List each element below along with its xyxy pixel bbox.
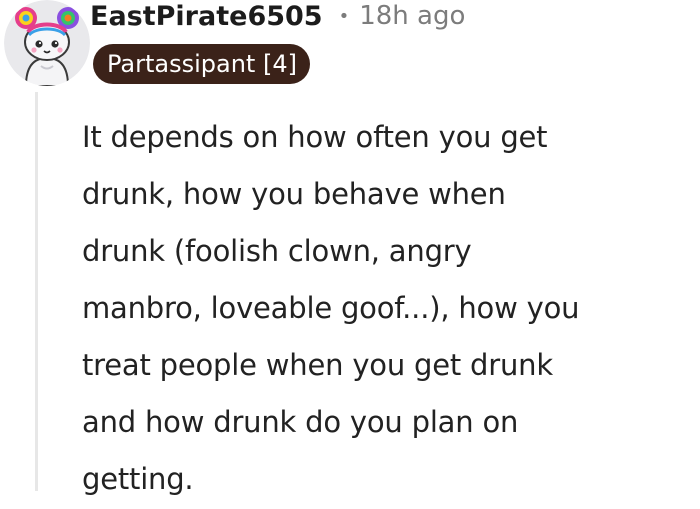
snoo-avatar-icon[interactable] xyxy=(4,0,90,86)
comment-body: It depends on how often you get drunk, h… xyxy=(82,110,694,509)
comment-body-line: drunk, how you behave when xyxy=(82,177,506,211)
comment-body-line: treat people when you get drunk xyxy=(82,348,553,382)
username-link[interactable]: EastPirate6505 xyxy=(90,1,323,32)
comment: EastPirate6505 • 18h ago Partassipant [4… xyxy=(0,0,700,496)
comment-body-line: and how drunk do you plan on xyxy=(82,405,519,439)
comment-body-line: It depends on how often you get xyxy=(82,120,548,154)
comment-body-line: getting. xyxy=(82,462,194,496)
comment-body-line: drunk (foolish clown, angry xyxy=(82,234,472,268)
comment-header: EastPirate6505 • 18h ago xyxy=(90,0,465,36)
comment-body-line: manbro, loveable goof...), how you xyxy=(82,291,580,325)
user-flair-badge: Partassipant [4] xyxy=(93,44,310,84)
thread-line[interactable] xyxy=(35,92,38,491)
meta-separator: • xyxy=(338,5,350,27)
comment-timestamp[interactable]: 18h ago xyxy=(359,1,465,31)
